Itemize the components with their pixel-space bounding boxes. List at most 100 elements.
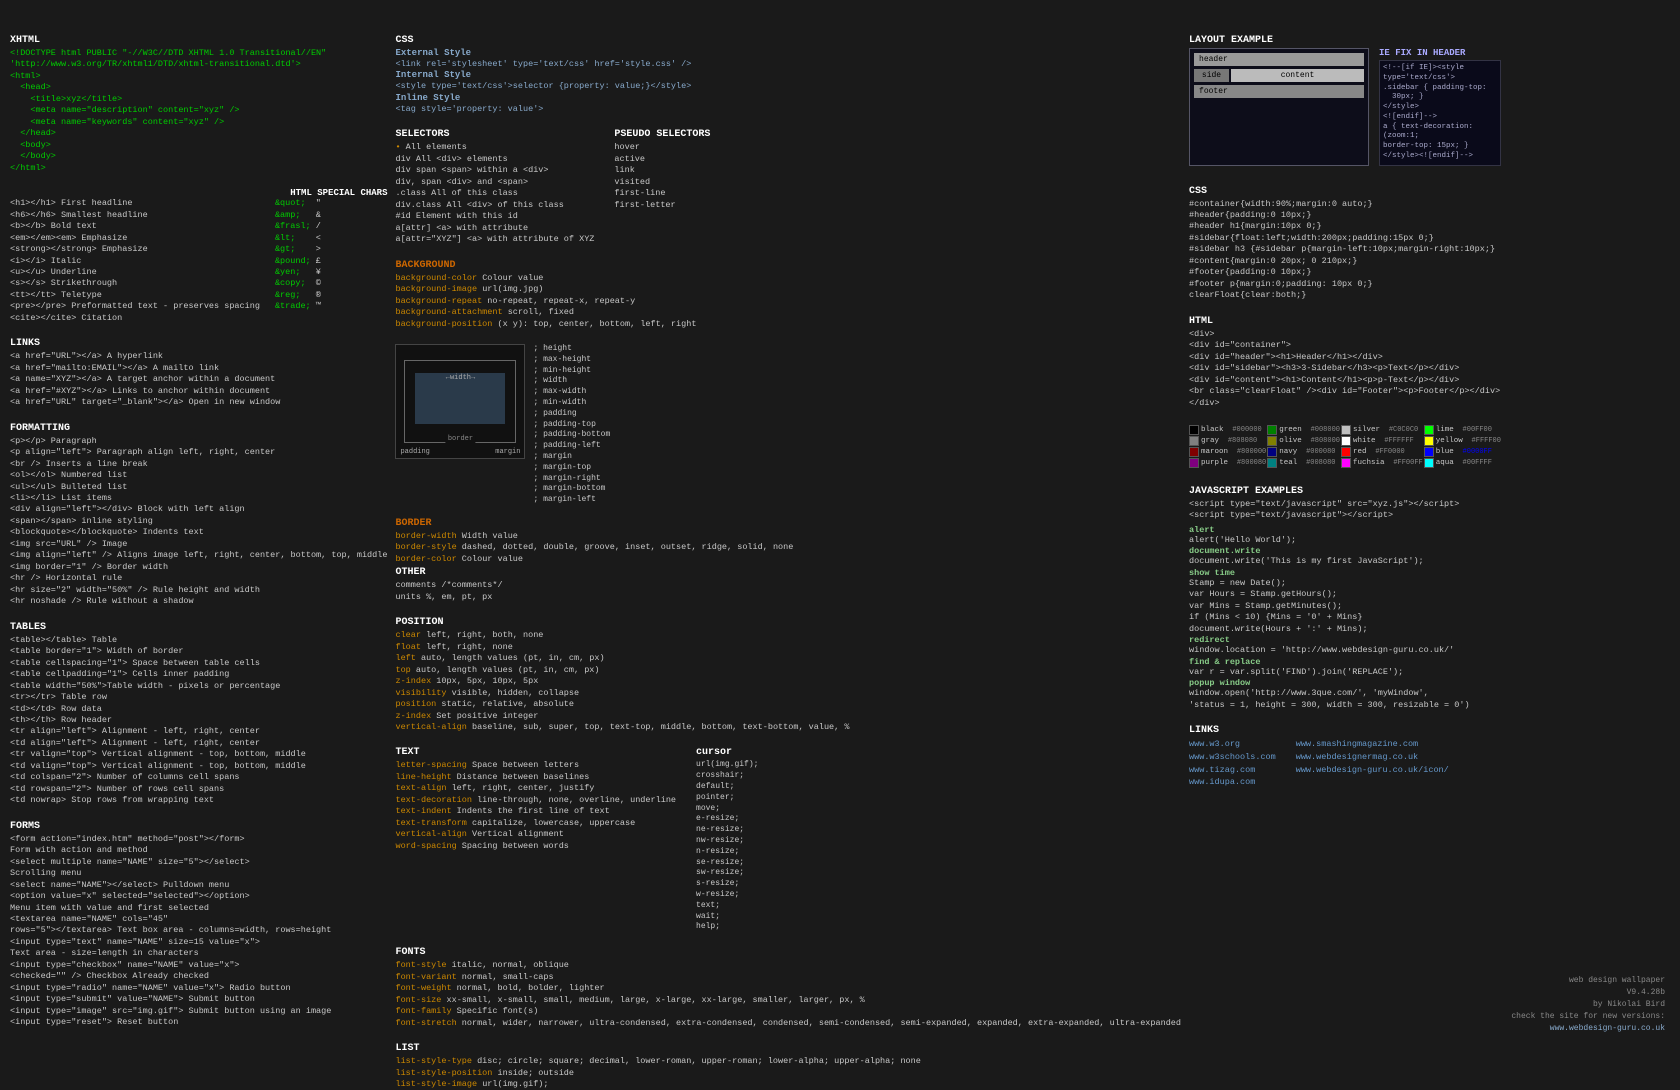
- border-title: BORDER: [395, 518, 1181, 529]
- links-two-col: www.w3.org www.w3schools.com www.tizag.c…: [1189, 738, 1501, 789]
- css-section: CSS External Style <link rel='stylesheet…: [395, 35, 1181, 115]
- color-black: black #000000: [1189, 425, 1266, 435]
- le-footer-box: footer: [1194, 85, 1364, 98]
- position-section: POSITION clear left, right, both, none f…: [395, 617, 1181, 733]
- margin-label2: margin: [495, 448, 520, 456]
- box-inner-rect: ←width→: [415, 373, 505, 424]
- background-title: BACKGROUND: [395, 260, 1181, 271]
- author: by Nikolai Bird: [1511, 999, 1665, 1011]
- color-yellow: yellow #FFFF00: [1424, 436, 1501, 446]
- color-olive: olive #808000: [1267, 436, 1340, 446]
- formatting-section: FORMATTING <p></p> Paragraph <p align="l…: [10, 423, 387, 608]
- color-red: red #FF0000: [1341, 447, 1423, 457]
- css-layout-section: CSS #container{width:90%;margin:0 auto;}…: [1189, 186, 1501, 302]
- inline-style-title: Inline Style: [395, 93, 1181, 103]
- forms-section: FORMS <form action="index.htm" method="p…: [10, 821, 387, 1029]
- selectors-section: SELECTORS • All elements div All <div> e…: [395, 129, 1181, 245]
- list-section: LIST list-style-type disc; circle; squar…: [395, 1043, 1181, 1090]
- version: V9.4.28b: [1511, 987, 1665, 999]
- cursor-list: cursor url(img.gif); crosshair; default;…: [696, 747, 758, 933]
- other-title: OTHER: [395, 567, 502, 578]
- links-title: LINKS: [10, 338, 387, 349]
- main-container: XHTML <!DOCTYPE html PUBLIC "-//W3C//DTD…: [0, 0, 1680, 1050]
- ie-fix-section: IE FIX IN HEADER <!--[if IE]><style type…: [1379, 48, 1501, 166]
- text-css-section: TEXT letter-spacing Space between letter…: [395, 747, 1181, 933]
- layout-example-section: LAYOUT EXAMPLE header side content foote…: [1189, 35, 1501, 172]
- wallpaper-title: web design wallpaper: [1511, 975, 1665, 987]
- color-silver: silver #C0C0C0: [1341, 425, 1423, 435]
- border-label: border: [446, 435, 475, 443]
- layout-diagram-area: header side content footer IE FIX IN HEA…: [1189, 48, 1501, 166]
- css-title: CSS: [395, 35, 1181, 46]
- headings-list: <h1></h1> First headline <h6></h6> Small…: [10, 198, 260, 324]
- layout-diagram: header side content footer: [1189, 48, 1369, 166]
- text-title: TEXT: [395, 747, 676, 758]
- layout-example-title: LAYOUT EXAMPLE: [1189, 35, 1501, 46]
- tables-title: TABLES: [10, 622, 387, 633]
- find-label: find & replace: [1189, 657, 1501, 667]
- forms-title: FORMS: [10, 821, 387, 832]
- color-fuchsia: fuchsia #FF00FF: [1341, 458, 1423, 468]
- color-purple: purple #800080: [1189, 458, 1266, 468]
- box-diagram: padding margin border ←width→: [395, 344, 525, 459]
- color-blue: blue #0000FF: [1424, 447, 1501, 457]
- color-maroon: maroon #800000: [1189, 447, 1266, 457]
- other-section: OTHER comments /*comments*/ units %, em,…: [395, 567, 502, 603]
- css-layout-title: CSS: [1189, 186, 1501, 197]
- css-column: CSS External Style <link rel='stylesheet…: [395, 35, 1181, 1040]
- le-header-box: header: [1194, 53, 1364, 66]
- le-body-row: side content: [1194, 69, 1364, 82]
- time-label: show time: [1189, 568, 1501, 578]
- border-section: BORDER border-width Width value border-s…: [395, 518, 1181, 603]
- links-col1: www.w3.org www.w3schools.com www.tizag.c…: [1189, 738, 1276, 789]
- special-chars-list: &quot; " &amp; & &frasl; / &lt; < &gt; >…: [275, 198, 365, 324]
- cursor-title: cursor: [696, 747, 758, 758]
- alert-label: alert: [1189, 525, 1501, 535]
- redirect-label: redirect: [1189, 635, 1501, 645]
- width-label: ←width→: [446, 374, 475, 382]
- popup-label: popup window: [1189, 678, 1501, 688]
- xhtml-column: XHTML <!DOCTYPE html PUBLIC "-//W3C//DTD…: [10, 35, 387, 1040]
- pseudo-title: PSEUDO SELECTORS: [614, 129, 710, 140]
- colors-section: black #000000 green #008000 silver #C0C0…: [1189, 423, 1501, 468]
- css-properties-list: ; height ; max-height ; min-height ; wid…: [533, 344, 610, 506]
- colors-grid: black #000000 green #008000 silver #C0C0…: [1189, 425, 1501, 468]
- layout-column: LAYOUT EXAMPLE header side content foote…: [1189, 35, 1501, 1040]
- xhtml-structure: <html> <head> <title>xyz</title> <meta n…: [10, 71, 387, 174]
- background-section: BACKGROUND background-color Colour value…: [395, 260, 1181, 330]
- color-aqua: aqua #00FFFF: [1424, 458, 1501, 468]
- javascript-section: JAVASCRIPT EXAMPLES <script type="text/j…: [1189, 486, 1501, 711]
- list-title: LIST: [395, 1043, 1181, 1054]
- html-layout-section: HTML <div> <div id="container"> <div id=…: [1189, 316, 1501, 409]
- check-text: check the site for new versions:: [1511, 1011, 1665, 1023]
- headings-section: HTML SPECIAL CHARS <h1></h1> First headl…: [10, 188, 387, 324]
- margin-label: padding: [400, 448, 429, 456]
- write-label: document.write: [1189, 546, 1501, 556]
- html-special-chars-title: HTML SPECIAL CHARS: [290, 188, 387, 198]
- links-section: LINKS <a href="URL"></a> A hyperlink <a …: [10, 338, 387, 408]
- selectors-title: SELECTORS: [395, 129, 594, 140]
- le-content-box: content: [1231, 69, 1364, 82]
- javascript-title: JAVASCRIPT EXAMPLES: [1189, 486, 1501, 497]
- color-white: white #FFFFFF: [1341, 436, 1423, 446]
- pseudo-selectors-col: PSEUDO SELECTORS hover active link visit…: [614, 129, 710, 245]
- color-gray: gray #808080: [1189, 436, 1266, 446]
- ie-fix-title: IE FIX IN HEADER: [1379, 48, 1501, 58]
- footer-info: web design wallpaper V9.4.28b by Nikolai…: [1511, 975, 1665, 1035]
- links-res-section: LINKS www.w3.org www.w3schools.com www.t…: [1189, 725, 1501, 789]
- tables-section: TABLES <table></table> Table <table bord…: [10, 622, 387, 807]
- xhtml-doctype: <!DOCTYPE html PUBLIC "-//W3C//DTD XHTML…: [10, 48, 387, 71]
- fonts-section: FONTS font-style italic, normal, oblique…: [395, 947, 1181, 1029]
- selectors-col: SELECTORS • All elements div All <div> e…: [395, 129, 594, 245]
- formatting-title: FORMATTING: [10, 423, 387, 434]
- links-col2: www.smashingmagazine.com www.webdesigner…: [1296, 738, 1449, 789]
- color-teal: teal #008080: [1267, 458, 1340, 468]
- color-green: green #008000: [1267, 425, 1340, 435]
- color-lime: lime #00FF00: [1424, 425, 1501, 435]
- html-layout-title: HTML: [1189, 316, 1501, 327]
- color-navy: navy #000080: [1267, 447, 1340, 457]
- xhtml-title: XHTML: [10, 35, 387, 46]
- text-props: TEXT letter-spacing Space between letter…: [395, 747, 676, 933]
- links-res-title: LINKS: [1189, 725, 1501, 736]
- internal-style-title: Internal Style: [395, 70, 1181, 80]
